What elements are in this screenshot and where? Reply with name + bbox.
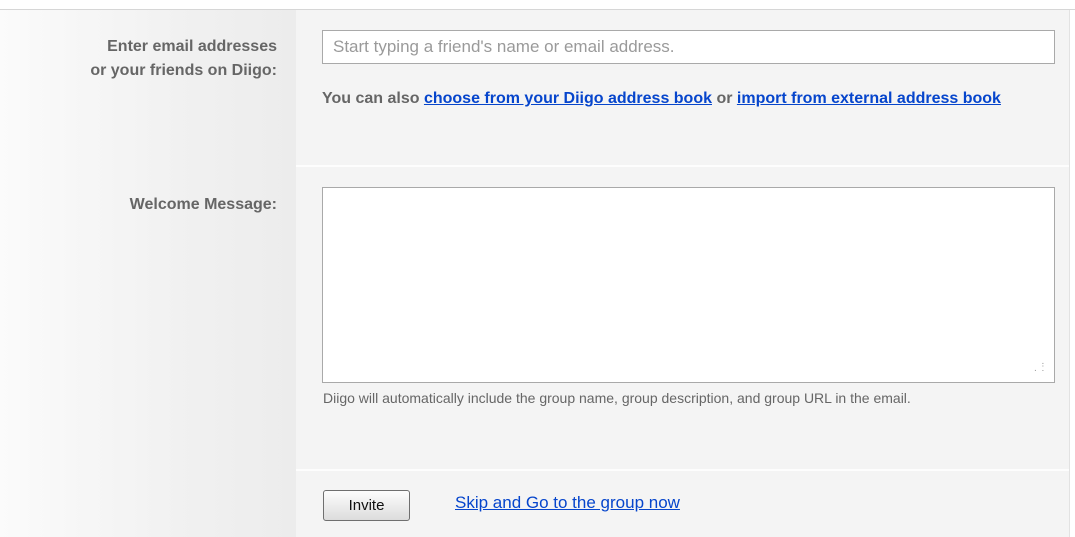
import-address-book-link[interactable]: import from external address book <box>737 90 1001 107</box>
diigo-address-book-link[interactable]: choose from your Diigo address book <box>424 90 712 107</box>
actions-row <box>296 471 1069 537</box>
welcome-message-label: Welcome Message: <box>129 196 277 213</box>
resize-grip-icon[interactable]: .. : <box>1034 357 1048 374</box>
recipients-label-line1: Enter email addresses <box>107 38 277 55</box>
recipients-label-line2: or your friends on Diigo: <box>90 62 277 79</box>
skip-to-group-link[interactable]: Skip and Go to the group now <box>455 493 680 513</box>
or-text: or <box>712 90 737 107</box>
email-info-note: Diigo will automatically include the gro… <box>323 390 911 406</box>
welcome-message-textarea[interactable] <box>322 187 1055 383</box>
invite-button[interactable]: Invite <box>323 490 410 521</box>
recipients-label: Enter email addresses or your friends on… <box>0 35 277 83</box>
address-book-options: You can also choose from your Diigo addr… <box>322 84 1052 113</box>
recipients-input[interactable] <box>322 30 1055 64</box>
also-prefix-text: You can also <box>322 90 424 107</box>
label-column <box>0 10 296 537</box>
